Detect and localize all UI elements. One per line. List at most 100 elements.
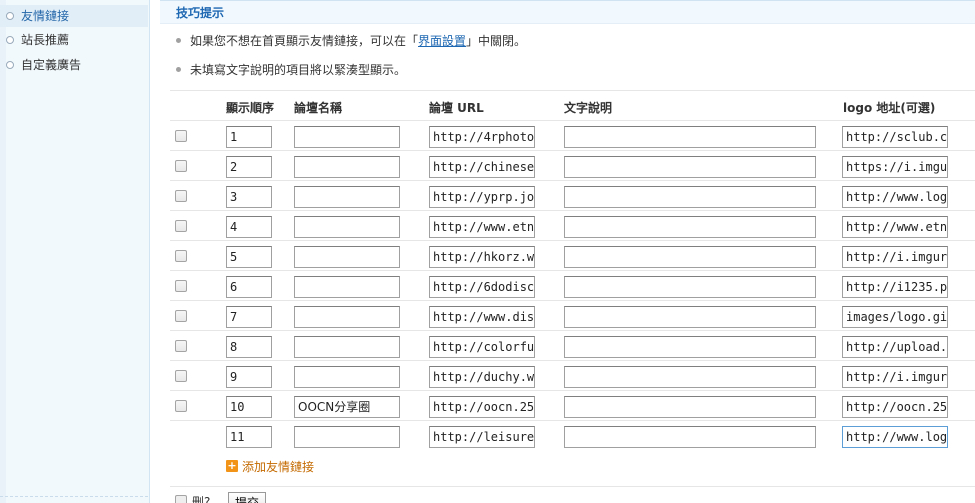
column-header-url: 論壇 URL [429, 101, 484, 115]
forum-url-input[interactable]: http://www.etnfor [429, 216, 535, 238]
order-input[interactable]: 1 [226, 126, 272, 148]
tips-title: 技巧提示 [176, 6, 225, 20]
description-input[interactable] [564, 306, 816, 328]
forum-name-input[interactable] [294, 336, 400, 358]
forum-name-input[interactable] [294, 276, 400, 298]
sidebar-item-friend-links[interactable]: 友情鏈接 [0, 5, 148, 27]
forum-url-input[interactable]: http://colorful.joi [429, 336, 535, 358]
forum-name-input[interactable] [294, 216, 400, 238]
logo-url-input[interactable]: images/logo.gif [842, 306, 948, 328]
delete-checkbox[interactable] [175, 250, 187, 262]
description-input[interactable] [564, 246, 816, 268]
bullet-icon [176, 38, 181, 43]
tip-text: 未填寫文字說明的項目將以緊湊型顯示。 [190, 63, 407, 77]
logo-url-input[interactable]: http://i1235.pho [842, 276, 948, 298]
table-row: 7 http://www.discu images/logo.gif [170, 300, 975, 330]
description-input[interactable] [564, 276, 816, 298]
forum-url-input[interactable]: http://yprp.joinbbs [429, 186, 535, 208]
table-row: 3 http://yprp.joinbbs http://www.logo [170, 180, 975, 210]
delete-checkbox[interactable] [175, 220, 187, 232]
delete-all-checkbox[interactable] [175, 495, 187, 503]
table-row: 8 http://colorful.joi http://upload.lsf [170, 330, 975, 360]
order-input[interactable]: 4 [226, 216, 272, 238]
forum-url-input[interactable]: http://chinese2000 [429, 156, 535, 178]
delete-checkbox[interactable] [175, 340, 187, 352]
delete-checkbox[interactable] [175, 190, 187, 202]
logo-url-input[interactable]: http://sclub.com [842, 126, 948, 148]
logo-url-input[interactable]: https://i.imgur.c [842, 156, 948, 178]
description-input[interactable] [564, 366, 816, 388]
description-input[interactable] [564, 396, 816, 418]
tip-text: 如果您不想在首頁顯示友情鏈接，可以在「 [190, 34, 419, 48]
logo-url-input[interactable]: http://www.etnfo [842, 216, 948, 238]
plus-icon: + [226, 459, 238, 472]
bullet-icon [6, 12, 14, 20]
description-input[interactable] [564, 426, 816, 448]
delete-checkbox[interactable] [175, 370, 187, 382]
delete-checkbox[interactable] [175, 280, 187, 292]
table-row: 5 http://hkorz.webs http://i.imgur.co [170, 240, 975, 270]
description-input[interactable] [564, 216, 816, 238]
forum-name-input[interactable] [294, 306, 400, 328]
delete-checkbox[interactable] [175, 310, 187, 322]
description-input[interactable] [564, 186, 816, 208]
forum-url-input[interactable]: http://leisuremag [429, 426, 535, 448]
delete-checkbox[interactable] [175, 130, 187, 142]
description-input[interactable] [564, 126, 816, 148]
forum-name-input[interactable] [294, 126, 400, 148]
submit-button[interactable]: 提交 [228, 492, 267, 503]
forum-url-input[interactable]: http://www.discu [429, 306, 535, 328]
table-row: 2 http://chinese2000 https://i.imgur.c [170, 150, 975, 180]
logo-url-input[interactable]: http://www.logo [842, 426, 948, 448]
description-input[interactable] [564, 336, 816, 358]
forum-name-input[interactable] [294, 366, 400, 388]
interface-settings-link[interactable]: 界面設置 [418, 34, 466, 48]
table-footer: 刪? 提交 [170, 486, 975, 503]
table-row: 11 http://leisuremag http://www.logo [170, 420, 975, 450]
order-input[interactable]: 7 [226, 306, 272, 328]
forum-url-input[interactable]: http://duchy.wor [429, 366, 535, 388]
bullet-icon [6, 61, 14, 69]
forum-name-input[interactable]: OOCN分享圈 [294, 396, 400, 418]
logo-url-input[interactable]: http://www.logo [842, 186, 948, 208]
tips-header: 技巧提示 [160, 0, 975, 24]
sidebar-item-label: 站長推薦 [21, 33, 70, 47]
order-input[interactable]: 2 [226, 156, 272, 178]
column-header-desc: 文字說明 [564, 101, 613, 115]
forum-url-input[interactable]: http://6dodiscuz.c [429, 276, 535, 298]
add-friend-link-label: 添加友情鏈接 [242, 460, 315, 474]
logo-url-input[interactable]: http://i.imgur.co [842, 366, 948, 388]
forum-url-input[interactable]: http://oocn.258c [429, 396, 535, 418]
forum-name-input[interactable] [294, 156, 400, 178]
order-input[interactable]: 5 [226, 246, 272, 268]
order-input[interactable]: 11 [226, 426, 272, 448]
order-input[interactable]: 10 [226, 396, 272, 418]
table-row: 10 OOCN分享圈 http://oocn.258c http://oocn.258… [170, 390, 975, 420]
column-header-order: 顯示順序 [226, 101, 275, 115]
column-header-logo: logo 地址(可選) [843, 101, 936, 115]
logo-url-input[interactable]: http://upload.lsf [842, 336, 948, 358]
logo-url-input[interactable]: http://i.imgur.co [842, 246, 948, 268]
delete-checkbox[interactable] [175, 160, 187, 172]
delete-label: 刪? [192, 495, 211, 503]
logo-url-input[interactable]: http://oocn.258c [842, 396, 948, 418]
sidebar-item-recommend[interactable]: 站長推薦 [0, 29, 148, 51]
forum-name-input[interactable] [294, 186, 400, 208]
main-content: 技巧提示 如果您不想在首頁顯示友情鏈接，可以在「界面設置」中關閉。 未填寫文字說… [160, 0, 975, 503]
description-input[interactable] [564, 156, 816, 178]
table-row: 1 http://4rphotoclub http://sclub.com [170, 120, 975, 150]
sidebar-divider [0, 496, 148, 497]
order-input[interactable]: 8 [226, 336, 272, 358]
forum-url-input[interactable]: http://hkorz.webs [429, 246, 535, 268]
sidebar: 友情鏈接 站長推薦 自定義廣告 [0, 0, 150, 503]
table-row: 4 http://www.etnfor http://www.etnfo [170, 210, 975, 240]
order-input[interactable]: 9 [226, 366, 272, 388]
sidebar-item-custom-ads[interactable]: 自定義廣告 [0, 54, 148, 76]
delete-checkbox[interactable] [175, 400, 187, 412]
order-input[interactable]: 6 [226, 276, 272, 298]
forum-url-input[interactable]: http://4rphotoclub [429, 126, 535, 148]
table-row: 6 http://6dodiscuz.c http://i1235.pho [170, 270, 975, 300]
order-input[interactable]: 3 [226, 186, 272, 208]
forum-name-input[interactable] [294, 246, 400, 268]
forum-name-input[interactable] [294, 426, 400, 448]
